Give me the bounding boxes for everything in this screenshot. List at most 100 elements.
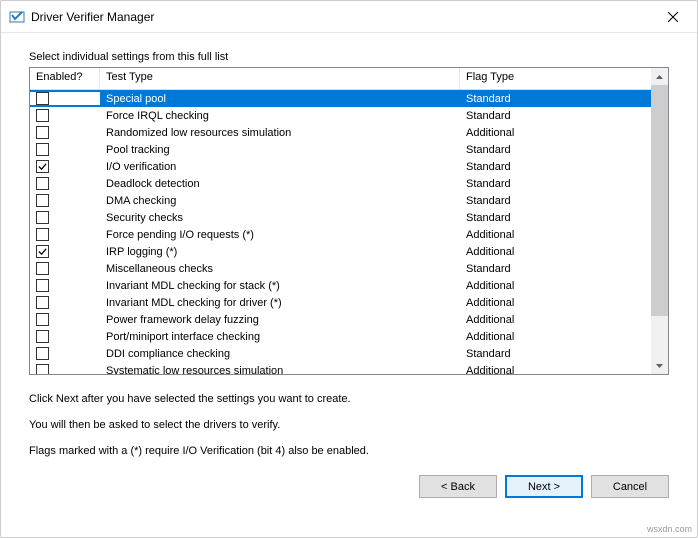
row-testtype: Force pending I/O requests (*) [100, 229, 460, 241]
scroll-down-button[interactable] [651, 357, 668, 374]
row-checkbox[interactable] [36, 92, 49, 105]
row-enabled-cell [30, 279, 100, 292]
row-enabled-cell [30, 313, 100, 326]
table-row[interactable]: Invariant MDL checking for driver (*)Add… [30, 294, 651, 311]
row-checkbox[interactable] [36, 245, 49, 258]
row-checkbox[interactable] [36, 211, 49, 224]
row-checkbox[interactable] [36, 143, 49, 156]
note-line-3: Flags marked with a (*) require I/O Veri… [29, 445, 669, 457]
row-checkbox[interactable] [36, 330, 49, 343]
notes: Click Next after you have selected the s… [29, 393, 669, 471]
row-checkbox[interactable] [36, 262, 49, 275]
window: Driver Verifier Manager Select individua… [0, 0, 698, 538]
row-checkbox[interactable] [36, 177, 49, 190]
table-row[interactable]: Systematic low resources simulationAddit… [30, 362, 651, 374]
row-enabled-cell [30, 160, 100, 173]
scroll-track[interactable] [651, 85, 668, 357]
row-flagtype: Additional [460, 229, 651, 241]
chevron-down-icon [656, 364, 663, 368]
close-icon [668, 12, 678, 22]
row-testtype: Security checks [100, 212, 460, 224]
row-enabled-cell [30, 194, 100, 207]
scroll-thumb[interactable] [651, 85, 668, 316]
table-row[interactable]: Invariant MDL checking for stack (*)Addi… [30, 277, 651, 294]
table-row[interactable]: Randomized low resources simulationAddit… [30, 124, 651, 141]
row-testtype: Miscellaneous checks [100, 263, 460, 275]
row-enabled-cell [30, 245, 100, 258]
window-title: Driver Verifier Manager [31, 10, 650, 24]
row-flagtype: Standard [460, 144, 651, 156]
row-checkbox[interactable] [36, 279, 49, 292]
table-row[interactable]: Pool trackingStandard [30, 141, 651, 158]
row-flagtype: Standard [460, 110, 651, 122]
row-flagtype: Additional [460, 365, 651, 375]
table-row[interactable]: Deadlock detectionStandard [30, 175, 651, 192]
row-checkbox[interactable] [36, 126, 49, 139]
col-header-testtype[interactable]: Test Type [100, 68, 460, 89]
table-row[interactable]: Special poolStandard [30, 90, 651, 107]
row-testtype: Invariant MDL checking for stack (*) [100, 280, 460, 292]
row-flagtype: Standard [460, 263, 651, 275]
scroll-up-button[interactable] [651, 68, 668, 85]
row-checkbox[interactable] [36, 228, 49, 241]
button-row: < Back Next > Cancel [29, 471, 669, 498]
row-testtype: I/O verification [100, 161, 460, 173]
settings-list: Enabled? Test Type Flag Type Special poo… [29, 67, 669, 375]
row-testtype: Port/miniport interface checking [100, 331, 460, 343]
row-testtype: Special pool [100, 93, 460, 105]
row-checkbox[interactable] [36, 194, 49, 207]
row-checkbox[interactable] [36, 160, 49, 173]
col-header-enabled-label: Enabled? [36, 71, 83, 83]
table-row[interactable]: Power framework delay fuzzingAdditional [30, 311, 651, 328]
row-enabled-cell [30, 143, 100, 156]
table-row[interactable]: Force pending I/O requests (*)Additional [30, 226, 651, 243]
watermark: wsxdn.com [647, 524, 692, 534]
row-testtype: Pool tracking [100, 144, 460, 156]
table-row[interactable]: DDI compliance checkingStandard [30, 345, 651, 362]
table-row[interactable]: I/O verificationStandard [30, 158, 651, 175]
note-line-2: You will then be asked to select the dri… [29, 419, 669, 431]
chevron-up-icon [656, 75, 663, 79]
table-row[interactable]: DMA checkingStandard [30, 192, 651, 209]
next-button[interactable]: Next > [505, 475, 583, 498]
row-flagtype: Additional [460, 127, 651, 139]
col-header-enabled[interactable]: Enabled? [30, 68, 100, 89]
row-flagtype: Standard [460, 161, 651, 173]
row-enabled-cell [30, 296, 100, 309]
cancel-button[interactable]: Cancel [591, 475, 669, 498]
list-body: Special poolStandardForce IRQL checkingS… [30, 90, 651, 374]
table-row[interactable]: Force IRQL checkingStandard [30, 107, 651, 124]
row-checkbox[interactable] [36, 296, 49, 309]
table-row[interactable]: Security checksStandard [30, 209, 651, 226]
row-enabled-cell [30, 228, 100, 241]
check-icon [38, 247, 47, 256]
row-enabled-cell [30, 364, 100, 374]
col-header-flagtype[interactable]: Flag Type [460, 68, 651, 89]
row-testtype: Randomized low resources simulation [100, 127, 460, 139]
row-flagtype: Standard [460, 212, 651, 224]
instruction-text: Select individual settings from this ful… [29, 51, 669, 63]
row-checkbox[interactable] [36, 364, 49, 374]
row-checkbox[interactable] [36, 109, 49, 122]
row-enabled-cell [30, 330, 100, 343]
row-testtype: Force IRQL checking [100, 110, 460, 122]
row-flagtype: Standard [460, 93, 651, 105]
row-testtype: Systematic low resources simulation [100, 365, 460, 375]
row-testtype: DMA checking [100, 195, 460, 207]
row-flagtype: Additional [460, 297, 651, 309]
row-flagtype: Standard [460, 348, 651, 360]
row-flagtype: Additional [460, 246, 651, 258]
row-testtype: IRP logging (*) [100, 246, 460, 258]
row-enabled-cell [30, 211, 100, 224]
close-button[interactable] [650, 2, 695, 32]
row-enabled-cell [30, 347, 100, 360]
table-row[interactable]: Miscellaneous checksStandard [30, 260, 651, 277]
row-enabled-cell [30, 262, 100, 275]
scrollbar[interactable] [651, 68, 668, 374]
app-icon [9, 9, 25, 25]
table-row[interactable]: IRP logging (*)Additional [30, 243, 651, 260]
back-button[interactable]: < Back [419, 475, 497, 498]
row-checkbox[interactable] [36, 313, 49, 326]
row-checkbox[interactable] [36, 347, 49, 360]
table-row[interactable]: Port/miniport interface checkingAddition… [30, 328, 651, 345]
